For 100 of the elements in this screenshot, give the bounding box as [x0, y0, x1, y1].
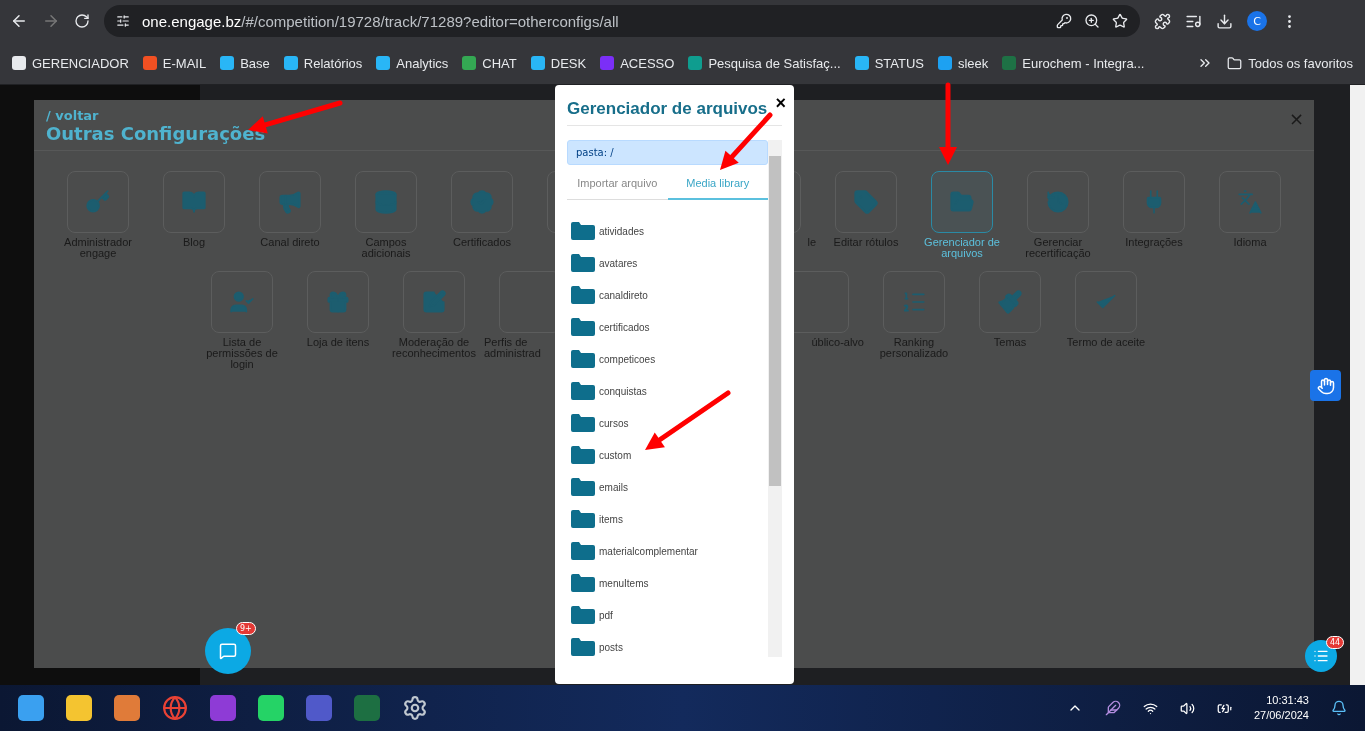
- folder-icon: [571, 606, 595, 624]
- language-icon: [1237, 189, 1263, 215]
- bookmark[interactable]: Pesquisa de Satisfaç...: [688, 55, 841, 71]
- paint-app-icon[interactable]: [114, 695, 140, 721]
- accessibility-button[interactable]: [1310, 370, 1341, 401]
- profile-avatar[interactable]: C: [1247, 11, 1267, 31]
- folder-icon: [571, 414, 595, 432]
- user-check-icon: [229, 289, 255, 315]
- settings-tile[interactable]: [355, 171, 417, 233]
- folder-app-icon[interactable]: [66, 695, 92, 721]
- bookmark[interactable]: ACESSO: [600, 55, 675, 71]
- settings-icon[interactable]: [402, 695, 428, 721]
- folder-icon: [571, 510, 595, 528]
- list-icon: [1313, 648, 1329, 664]
- key-icon: [85, 189, 111, 215]
- folder-name[interactable]: menuItems: [599, 577, 649, 589]
- start-icon[interactable]: [18, 695, 44, 721]
- folder-icon: [571, 382, 595, 400]
- chat-icon: [219, 642, 237, 660]
- folder-icon: [571, 574, 595, 592]
- all-bookmarks[interactable]: Todos os favoritos: [1227, 55, 1353, 71]
- settings-tile[interactable]: [1027, 171, 1089, 233]
- folder-name[interactable]: items: [599, 513, 623, 525]
- folder-icon: [571, 318, 595, 336]
- folder-icon: [571, 350, 595, 368]
- settings-tile[interactable]: [307, 271, 369, 333]
- folder-icon: [571, 638, 595, 656]
- folder-name[interactable]: atividades: [599, 225, 645, 237]
- forward-icon[interactable]: [42, 12, 60, 30]
- folder-icon: [571, 286, 595, 304]
- folder-name[interactable]: pdf: [599, 609, 613, 621]
- scrollbar[interactable]: [768, 140, 782, 657]
- settings-tile[interactable]: [1219, 171, 1281, 233]
- extensions-icon[interactable]: [1154, 12, 1171, 30]
- panel-title: Outras Configurações: [46, 123, 267, 144]
- settings-tile[interactable]: [1123, 171, 1185, 233]
- settings-tile[interactable]: [931, 171, 993, 233]
- settings-tile[interactable]: [979, 271, 1041, 333]
- tab[interactable]: Importar arquivo: [567, 169, 668, 200]
- notification-icon[interactable]: [1331, 700, 1347, 716]
- browser-icon[interactable]: [162, 695, 188, 721]
- bookmark[interactable]: Eurochem - Integra...: [1002, 55, 1145, 71]
- settings-tile[interactable]: [211, 271, 273, 333]
- book-icon: [181, 189, 207, 215]
- back-icon[interactable]: [10, 12, 28, 30]
- folder-icon: [571, 446, 595, 464]
- reload-icon[interactable]: [74, 13, 90, 29]
- folder-name[interactable]: materialcomplementar: [599, 545, 698, 557]
- settings-tile[interactable]: [835, 171, 897, 233]
- bookmark[interactable]: STATUS: [854, 55, 924, 71]
- folder-name[interactable]: competicoes: [599, 353, 656, 365]
- feather-icon[interactable]: [1104, 700, 1121, 716]
- folder-name[interactable]: avatares: [599, 257, 638, 269]
- folder-icon: [571, 542, 595, 560]
- folder-icon: [571, 254, 595, 272]
- folder-icon: [1227, 55, 1243, 71]
- folder-name[interactable]: posts: [599, 641, 623, 653]
- settings-tile[interactable]: [163, 171, 225, 233]
- folder-path: pasta: /: [567, 140, 768, 165]
- wifi-icon[interactable]: [1142, 700, 1158, 716]
- bookmark[interactable]: Base: [220, 55, 270, 71]
- star-icon[interactable]: [1112, 13, 1128, 29]
- chat-app-icon[interactable]: [258, 695, 284, 721]
- bookmark[interactable]: sleek: [938, 55, 989, 71]
- page-scrollbar[interactable]: [1350, 85, 1365, 685]
- folder-icon: [571, 478, 595, 496]
- edit-icon: [421, 289, 447, 315]
- bookmark[interactable]: Relatórios: [283, 55, 363, 71]
- folder-name[interactable]: cursos: [599, 417, 629, 429]
- settings-tile[interactable]: [1075, 271, 1137, 333]
- settings-tile[interactable]: [259, 171, 321, 233]
- key-icon[interactable]: [1056, 13, 1072, 29]
- site-settings-icon[interactable]: [116, 14, 130, 28]
- folder-name[interactable]: conquistas: [599, 385, 647, 397]
- folder-name[interactable]: canaldireto: [599, 289, 648, 301]
- megaphone-icon: [277, 189, 303, 215]
- folder-name[interactable]: custom: [599, 449, 632, 461]
- settings-tile[interactable]: [67, 171, 129, 233]
- tile-label: Gerenciador de arquivos: [923, 237, 1001, 259]
- settings-tile[interactable]: [403, 271, 465, 333]
- clock[interactable]: 10:31:43 27/06/2024: [1253, 693, 1309, 723]
- volume-icon[interactable]: [1179, 700, 1195, 716]
- bookmark[interactable]: Analytics: [376, 55, 449, 71]
- heart-app-icon[interactable]: [210, 695, 236, 721]
- download-icon[interactable]: [1216, 12, 1233, 30]
- settings-tile[interactable]: [883, 271, 945, 333]
- folder-name[interactable]: emails: [599, 481, 628, 493]
- settings-tile[interactable]: [451, 171, 513, 233]
- tag-icon: [853, 189, 879, 215]
- bookmark[interactable]: CHAT: [462, 55, 517, 71]
- zoom-icon[interactable]: [1084, 13, 1100, 29]
- bookmark[interactable]: DESK: [530, 55, 587, 71]
- notification-count: 44: [1326, 636, 1345, 649]
- url-text: one.engage.bz/#/competition/19728/track/71289?editor=otherconfigs/all: [142, 12, 619, 30]
- folder-name[interactable]: certificados: [599, 321, 650, 333]
- folder-icon: [571, 222, 595, 240]
- address-bar[interactable]: one.engage.bz/#/competition/19728/track/71289?editor=otherconfigs/all: [104, 5, 1140, 37]
- bookmark[interactable]: E-MAIL: [142, 55, 207, 71]
- bookmark[interactable]: GERENCIADOR: [12, 55, 129, 71]
- gift-icon: [325, 289, 351, 315]
